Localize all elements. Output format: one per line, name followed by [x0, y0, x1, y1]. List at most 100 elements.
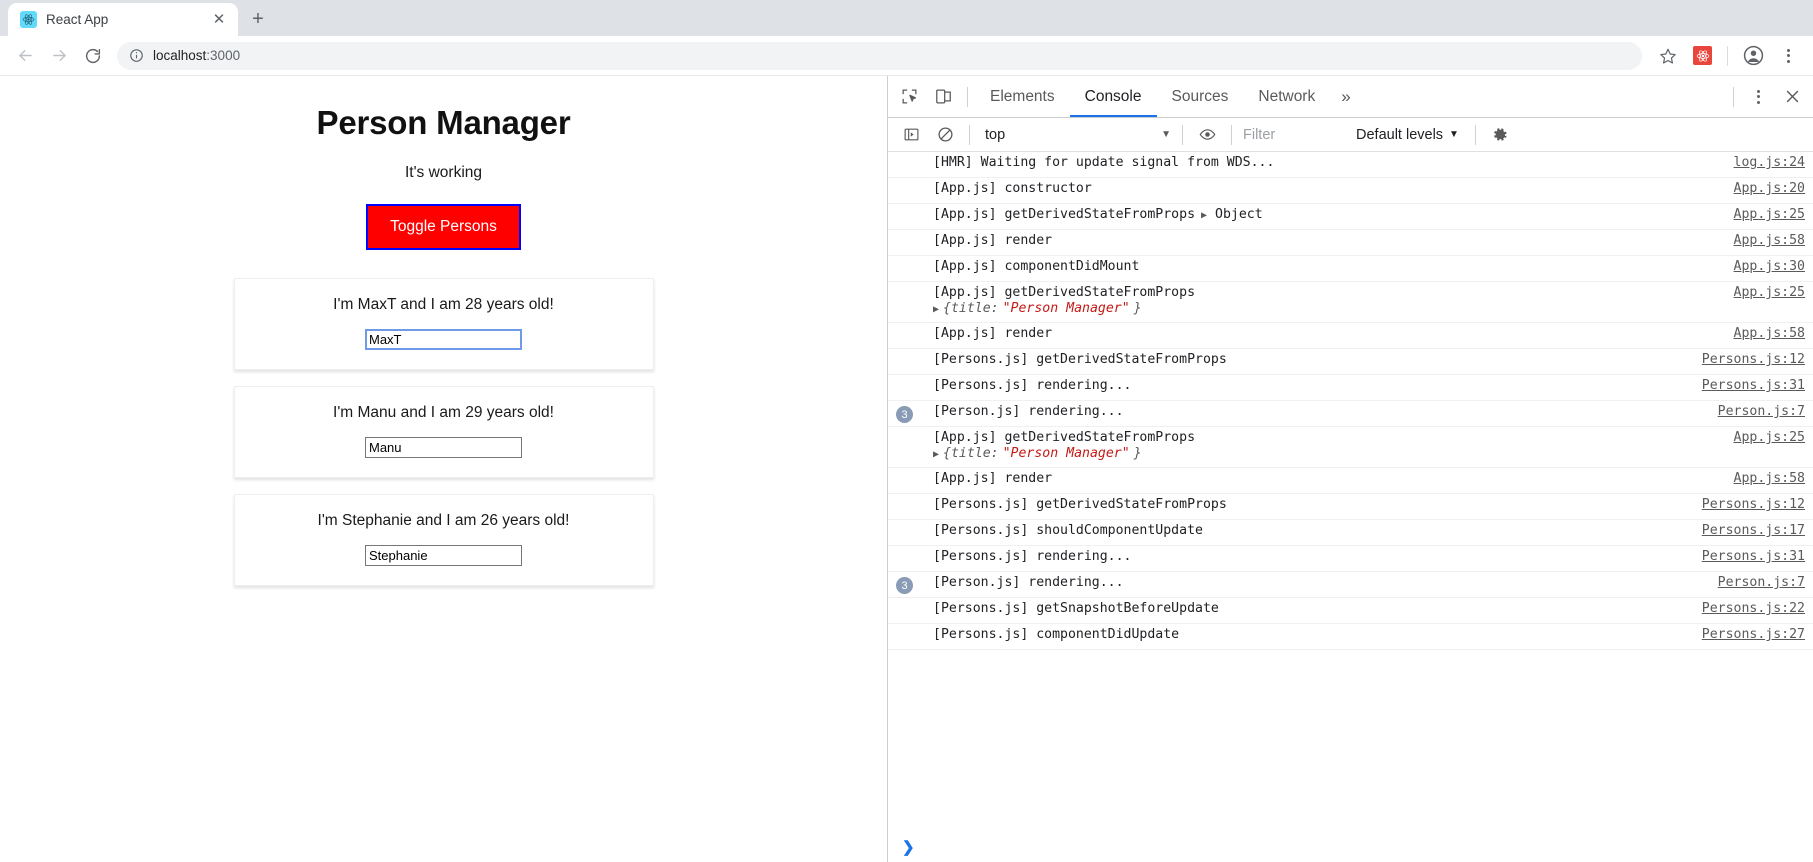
- console-log-row[interactable]: [App.js] componentDidMount App.js:30: [888, 256, 1813, 282]
- person-name-input[interactable]: [365, 328, 522, 350]
- tab-title: React App: [46, 12, 109, 27]
- log-message-text: [App.js] render: [933, 326, 1053, 341]
- console-log-row[interactable]: [Persons.js] rendering... Persons.js:31: [888, 375, 1813, 401]
- log-source-link[interactable]: App.js:25: [1724, 430, 1805, 445]
- log-badge-placeholder: [896, 551, 913, 568]
- star-icon[interactable]: [1652, 40, 1684, 72]
- console-log-row[interactable]: 3 [Person.js] rendering... Person.js:7: [888, 572, 1813, 598]
- console-prompt[interactable]: ❯: [888, 832, 1813, 862]
- page-title: Person Manager: [316, 104, 571, 141]
- log-message-container: [Persons.js] shouldComponentUpdate: [921, 523, 1684, 538]
- devtools-divider: [1733, 86, 1734, 107]
- tab-elements[interactable]: Elements: [975, 76, 1070, 117]
- device-toolbar-icon[interactable]: [926, 82, 960, 112]
- log-message-text: [Persons.js] componentDidUpdate: [933, 627, 1180, 642]
- person-name-input[interactable]: [365, 544, 522, 566]
- object-key: {title:: [943, 446, 999, 461]
- console-log-row[interactable]: [Persons.js] componentDidUpdate Persons.j…: [888, 624, 1813, 650]
- new-tab-button[interactable]: +: [243, 4, 273, 34]
- expand-triangle-icon[interactable]: ▶: [1195, 210, 1207, 221]
- log-source-link[interactable]: App.js:30: [1724, 259, 1805, 274]
- console-log-row[interactable]: [App.js] getDerivedStateFromProps ▶ {title…: [888, 427, 1813, 468]
- console-log-row[interactable]: [App.js] constructor App.js:20: [888, 178, 1813, 204]
- log-badge-placeholder: [896, 499, 913, 516]
- log-object-preview[interactable]: ▶ {title: "Person Manager"}: [933, 301, 1716, 319]
- back-button[interactable]: [9, 40, 41, 72]
- log-message-text: [HMR] Waiting for update signal from WDS…: [933, 155, 1275, 170]
- browser-tab[interactable]: React App ✕: [8, 3, 238, 36]
- devtools-tab-bar: Elements Console Sources Network »: [888, 76, 1813, 118]
- live-expression-icon[interactable]: [1190, 120, 1224, 150]
- person-card[interactable]: I'm Manu and I am 29 years old!: [233, 385, 654, 478]
- address-host: localhost: [153, 48, 207, 63]
- expand-triangle-icon[interactable]: ▶: [933, 301, 939, 319]
- close-icon[interactable]: ✕: [210, 11, 228, 29]
- person-card[interactable]: I'm MaxT and I am 28 years old!: [233, 277, 654, 370]
- log-inline-object[interactable]: Object: [1215, 207, 1263, 222]
- log-source-link[interactable]: Person.js:7: [1708, 575, 1805, 590]
- log-object-preview[interactable]: ▶ {title: "Person Manager"}: [933, 446, 1716, 464]
- tab-sources[interactable]: Sources: [1157, 76, 1244, 117]
- devtools-close-icon[interactable]: [1775, 82, 1809, 112]
- log-source-link[interactable]: log.js:24: [1724, 155, 1805, 170]
- toggle-persons-button[interactable]: Toggle Persons: [366, 204, 521, 250]
- log-source-link[interactable]: Persons.js:31: [1692, 378, 1805, 393]
- persons-list: I'm MaxT and I am 28 years old! I'm Manu…: [0, 277, 887, 586]
- console-log-list[interactable]: [HMR] Waiting for update signal from WDS…: [888, 152, 1813, 832]
- person-name-input[interactable]: [365, 436, 522, 458]
- three-dot-menu-icon[interactable]: [1772, 40, 1804, 72]
- reload-button[interactable]: [77, 40, 109, 72]
- console-log-row[interactable]: [Persons.js] rendering... Persons.js:31: [888, 546, 1813, 572]
- console-log-row[interactable]: 3 [Person.js] rendering... Person.js:7: [888, 401, 1813, 427]
- log-source-link[interactable]: Persons.js:22: [1692, 601, 1805, 616]
- forward-button[interactable]: [43, 40, 75, 72]
- clear-console-icon[interactable]: [928, 120, 962, 150]
- more-tabs-chevron-icon[interactable]: »: [1330, 76, 1361, 117]
- devtools-more-options-icon[interactable]: [1741, 82, 1775, 112]
- console-levels-dropdown[interactable]: Default levels ▼: [1347, 123, 1468, 147]
- content-area: Person Manager It's working Toggle Perso…: [0, 75, 1813, 862]
- log-source-link[interactable]: Person.js:7: [1708, 404, 1805, 419]
- log-repeat-count-badge: 3: [896, 406, 913, 423]
- log-source-link[interactable]: App.js:20: [1724, 181, 1805, 196]
- address-bar[interactable]: localhost:3000: [117, 41, 1642, 70]
- console-log-row[interactable]: [App.js] getDerivedStateFromProps ▶ Obje…: [888, 204, 1813, 230]
- inspect-element-icon[interactable]: [892, 82, 926, 112]
- tab-console[interactable]: Console: [1069, 76, 1157, 117]
- console-log-row[interactable]: [App.js] render App.js:58: [888, 468, 1813, 494]
- log-source-link[interactable]: App.js:58: [1724, 326, 1805, 341]
- console-log-row[interactable]: [HMR] Waiting for update signal from WDS…: [888, 152, 1813, 178]
- log-source-link[interactable]: Persons.js:12: [1692, 352, 1805, 367]
- console-filter-input[interactable]: [1239, 123, 1347, 146]
- log-source-link[interactable]: Persons.js:31: [1692, 549, 1805, 564]
- log-source-link[interactable]: App.js:25: [1724, 207, 1805, 222]
- console-log-row[interactable]: [App.js] render App.js:58: [888, 230, 1813, 256]
- object-value: "Person Manager": [1002, 301, 1130, 316]
- expand-triangle-icon[interactable]: ▶: [933, 446, 939, 464]
- person-description: I'm Stephanie and I am 26 years old!: [317, 511, 570, 529]
- console-log-row[interactable]: [Persons.js] getSnapshotBeforeUpdate Pers…: [888, 598, 1813, 624]
- object-value: "Person Manager": [1002, 446, 1130, 461]
- profile-avatar-icon[interactable]: [1737, 40, 1769, 72]
- person-card[interactable]: I'm Stephanie and I am 26 years old!: [233, 493, 654, 586]
- console-log-row[interactable]: [Persons.js] shouldComponentUpdate Person…: [888, 520, 1813, 546]
- tab-network[interactable]: Network: [1243, 76, 1330, 117]
- log-source-link[interactable]: Persons.js:12: [1692, 497, 1805, 512]
- log-source-link[interactable]: Persons.js:27: [1692, 627, 1805, 642]
- page-subtitle: It's working: [404, 164, 483, 181]
- console-log-row[interactable]: [App.js] render App.js:58: [888, 323, 1813, 349]
- react-devtools-extension-icon[interactable]: [1693, 46, 1712, 65]
- console-sidebar-icon[interactable]: [894, 120, 928, 150]
- console-log-row[interactable]: [App.js] getDerivedStateFromProps ▶ {title…: [888, 282, 1813, 323]
- log-source-link[interactable]: App.js:58: [1724, 233, 1805, 248]
- settings-gear-icon[interactable]: [1483, 120, 1517, 150]
- console-context-value: top: [985, 126, 1006, 143]
- log-message-text: [App.js] getDerivedStateFromProps: [933, 430, 1196, 445]
- console-log-row[interactable]: [Persons.js] getDerivedStateFromProps Per…: [888, 349, 1813, 375]
- log-source-link[interactable]: Persons.js:17: [1692, 523, 1805, 538]
- console-levels-label: Default levels: [1356, 126, 1444, 143]
- console-log-row[interactable]: [Persons.js] getDerivedStateFromProps Per…: [888, 494, 1813, 520]
- log-source-link[interactable]: App.js:25: [1724, 285, 1805, 300]
- log-source-link[interactable]: App.js:58: [1724, 471, 1805, 486]
- console-context-select[interactable]: top ▼: [977, 123, 1175, 147]
